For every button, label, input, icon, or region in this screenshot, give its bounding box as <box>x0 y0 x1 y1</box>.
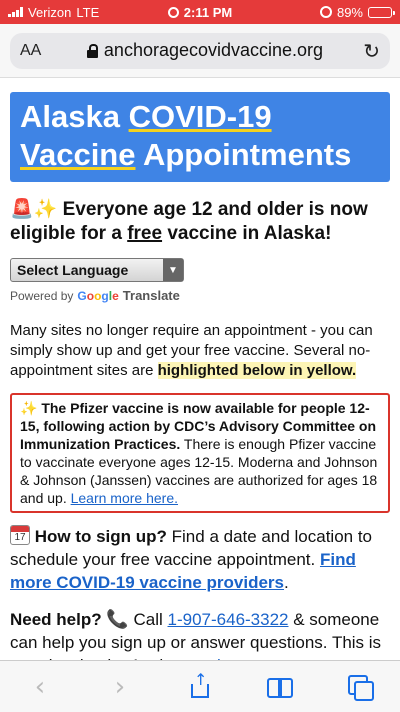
tabs-icon <box>348 674 374 701</box>
announce-text-end: vaccine in Alaska! <box>162 223 332 244</box>
signup-section: 17 How to sign up? Find a date and locat… <box>10 525 390 594</box>
title-text-end: Appointments <box>135 137 352 172</box>
url-display[interactable]: anchoragecovidvaccine.org <box>60 40 350 61</box>
book-icon <box>267 677 293 698</box>
padlock-icon <box>86 43 98 58</box>
language-select[interactable]: Select Language ▼ <box>10 258 184 282</box>
url-field[interactable]: AA anchoragecovidvaccine.org ↻ <box>10 32 390 69</box>
battery-icon <box>368 6 395 18</box>
phone-link[interactable]: 1-907-646-3322 <box>168 610 289 629</box>
clock-icon <box>167 6 179 18</box>
signup-heading: How to sign up? <box>30 527 167 546</box>
powered-by-google: Powered by Google Translate <box>10 288 390 303</box>
forward-button[interactable]: › <box>100 667 140 707</box>
sparkle-icon: ✨ <box>20 400 38 416</box>
tabs-button[interactable] <box>340 667 380 707</box>
browser-toolbar: ‹ › <box>0 660 400 712</box>
page-title: Alaska COVID-19 Vaccine Appointments <box>20 98 380 174</box>
google-logo-letter: e <box>112 288 119 303</box>
pfizer-notice: ✨ The Pfizer vaccine is now available fo… <box>10 393 390 513</box>
powered-by-label: Powered by <box>10 288 74 303</box>
status-left: Verizon LTE <box>8 5 138 20</box>
signal-icon <box>8 7 23 17</box>
dropdown-arrow-icon: ▼ <box>163 259 183 281</box>
language-select-label: Select Language <box>17 262 129 278</box>
help-text: Call <box>128 610 168 629</box>
back-button[interactable]: ‹ <box>20 667 60 707</box>
phone-icon: 📞 <box>106 609 129 629</box>
orientation-lock-icon <box>319 6 332 18</box>
google-logo[interactable]: Google <box>77 289 118 303</box>
siren-sparkle-icon: 🚨✨ <box>10 199 58 220</box>
signup-end: . <box>284 573 289 592</box>
share-button[interactable] <box>180 667 220 707</box>
reload-icon[interactable]: ↻ <box>350 39 380 63</box>
google-logo-letter: g <box>101 288 109 303</box>
title-text: Alaska <box>20 99 129 134</box>
hero-banner: Alaska COVID-19 Vaccine Appointments <box>10 92 390 182</box>
eligibility-announcement: 🚨✨ Everyone age 12 and older is now elig… <box>10 198 390 246</box>
battery-label: 89% <box>336 4 363 20</box>
bookmarks-button[interactable] <box>260 667 300 707</box>
network-label: LTE <box>76 4 100 20</box>
title-link-vaccine[interactable]: Vaccine <box>20 137 135 172</box>
intro-highlight: highlighted below in yellow. <box>157 362 357 379</box>
translate-label[interactable]: Translate <box>123 288 180 303</box>
learn-more-link[interactable]: Learn more here. <box>71 490 178 506</box>
intro-paragraph: Many sites no longer require an appointm… <box>10 321 390 381</box>
help-heading: Need help? <box>10 610 102 629</box>
status-bar: Verizon LTE 2:11 PM 89% <box>0 0 400 24</box>
text-size-button[interactable]: AA <box>20 42 60 60</box>
status-center: 2:11 PM <box>138 5 262 20</box>
page-content: Alaska COVID-19 Vaccine Appointments 🚨✨ E… <box>0 92 400 677</box>
status-right: 89% <box>262 4 395 20</box>
google-logo-letter: o <box>86 288 95 303</box>
calendar-icon: 17 <box>10 525 30 545</box>
browser-address-bar: AA anchoragecovidvaccine.org ↻ <box>0 24 400 78</box>
share-icon <box>191 670 209 698</box>
title-link-covid[interactable]: COVID-19 <box>129 99 272 134</box>
url-text: anchoragecovidvaccine.org <box>103 40 324 60</box>
google-logo-letter: G <box>77 288 87 303</box>
time-label: 2:11 PM <box>183 4 233 20</box>
carrier-label: Verizon <box>28 4 72 20</box>
announce-emphasis: free <box>127 223 163 244</box>
